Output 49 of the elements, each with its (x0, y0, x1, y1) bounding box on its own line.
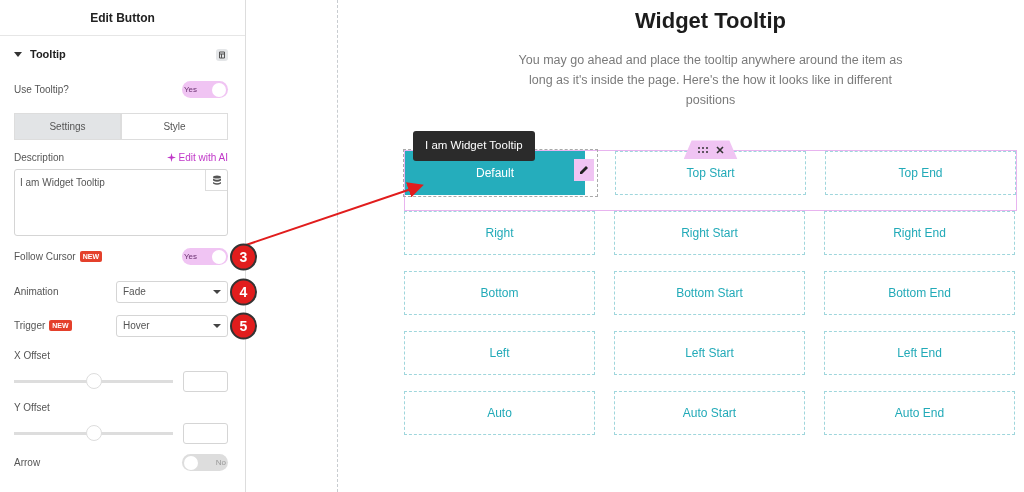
position-button[interactable]: Top Start (615, 151, 806, 196)
section-icon[interactable] (216, 46, 228, 62)
section-title[interactable]: Tooltip (30, 46, 66, 63)
position-button[interactable]: Bottom Start (614, 271, 805, 316)
position-button[interactable]: Top End (825, 151, 1016, 196)
sparkle-icon (166, 153, 176, 163)
tab[interactable]: Style (121, 112, 228, 140)
pencil-icon[interactable] (574, 159, 594, 182)
position-button[interactable]: Left (404, 331, 595, 376)
control-label: X Offset (14, 348, 51, 363)
dropdown-field[interactable]: Fade (116, 280, 228, 303)
control-label: Follow Cursor (14, 250, 76, 264)
dropdown-field[interactable]: Hover (116, 314, 228, 337)
page-heading: Widget Tooltip (634, 8, 787, 35)
position-button[interactable]: Right Start (614, 211, 805, 256)
position-button[interactable]: Bottom End (824, 271, 1015, 316)
position-button[interactable]: Left Start (614, 331, 805, 376)
position-button[interactable]: Right (404, 211, 595, 256)
drag-icon[interactable] (697, 146, 708, 153)
slider-thumb[interactable] (85, 425, 102, 441)
database-icon[interactable] (205, 169, 227, 191)
position-button[interactable]: Left End (824, 331, 1015, 376)
toggle-switch[interactable]: Yes (182, 81, 228, 98)
number-field[interactable] (183, 370, 228, 392)
control-label: Arrow (14, 456, 41, 470)
close-icon[interactable] (715, 145, 724, 154)
tooltip: I am Widget Tooltip (413, 131, 535, 161)
control-label: Y Offset (14, 400, 51, 415)
control-label: Description (14, 150, 65, 165)
tab[interactable]: Settings (14, 112, 121, 140)
ai-edit-link[interactable]: Edit with AI (166, 149, 228, 165)
slider-thumb[interactable] (85, 373, 102, 389)
position-button[interactable]: Bottom (404, 271, 595, 316)
position-button[interactable]: Auto (404, 391, 595, 436)
step-marker: 3 (230, 243, 257, 270)
control-label: Animation (14, 285, 59, 299)
description-field[interactable]: I am Widget Tooltip (14, 168, 228, 236)
position-button[interactable]: Right End (824, 211, 1015, 256)
description-text: You may go ahead and place the tooltip anywhere around the item as long as it's inside the page. Here's the how it looks like in different positions (517, 52, 904, 110)
position-button[interactable]: Auto Start (614, 391, 805, 436)
panel-title: Edit Button (0, 0, 245, 36)
control-label: Trigger (14, 319, 46, 333)
step-marker: 5 (230, 312, 257, 339)
position-button[interactable]: Auto End (824, 391, 1015, 436)
control-label: Use Tooltip? (14, 83, 69, 97)
step-marker: 4 (230, 278, 257, 305)
toggle-switch[interactable]: No (182, 454, 228, 471)
number-field[interactable] (183, 422, 228, 444)
toggle-switch[interactable]: Yes (182, 248, 228, 265)
